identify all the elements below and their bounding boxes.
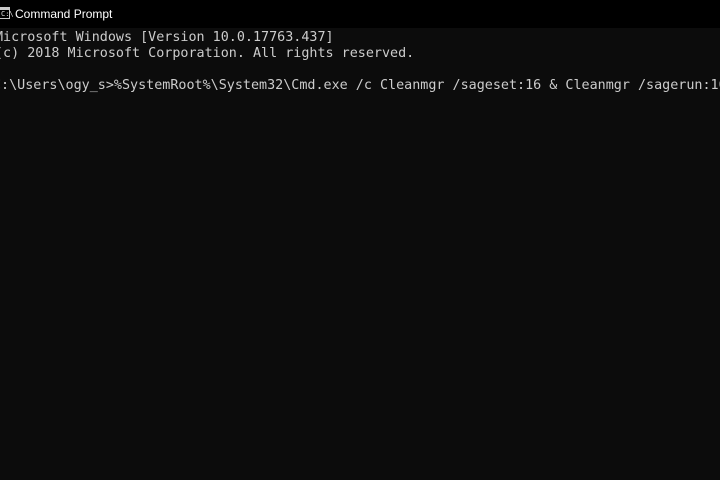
console-line-command[interactable]: C:\Users\ogy_s>%SystemRoot%\System32\Cmd… (0, 78, 720, 94)
title-bar[interactable]: C:\ Command Prompt (0, 0, 720, 28)
console-output[interactable]: Microsoft Windows [Version 10.0.17763.43… (0, 28, 720, 480)
window-title: Command Prompt (15, 7, 113, 21)
console-line-copyright: (c) 2018 Microsoft Corporation. All righ… (0, 46, 415, 61)
command-prompt-window[interactable]: C:\ Command Prompt Microsoft Windows [Ve… (0, 0, 720, 480)
cmd-icon: C:\ (0, 7, 14, 19)
console-line-version: Microsoft Windows [Version 10.0.17763.43… (0, 30, 334, 45)
cmd-icon-glyph: C:\ (1, 10, 14, 18)
